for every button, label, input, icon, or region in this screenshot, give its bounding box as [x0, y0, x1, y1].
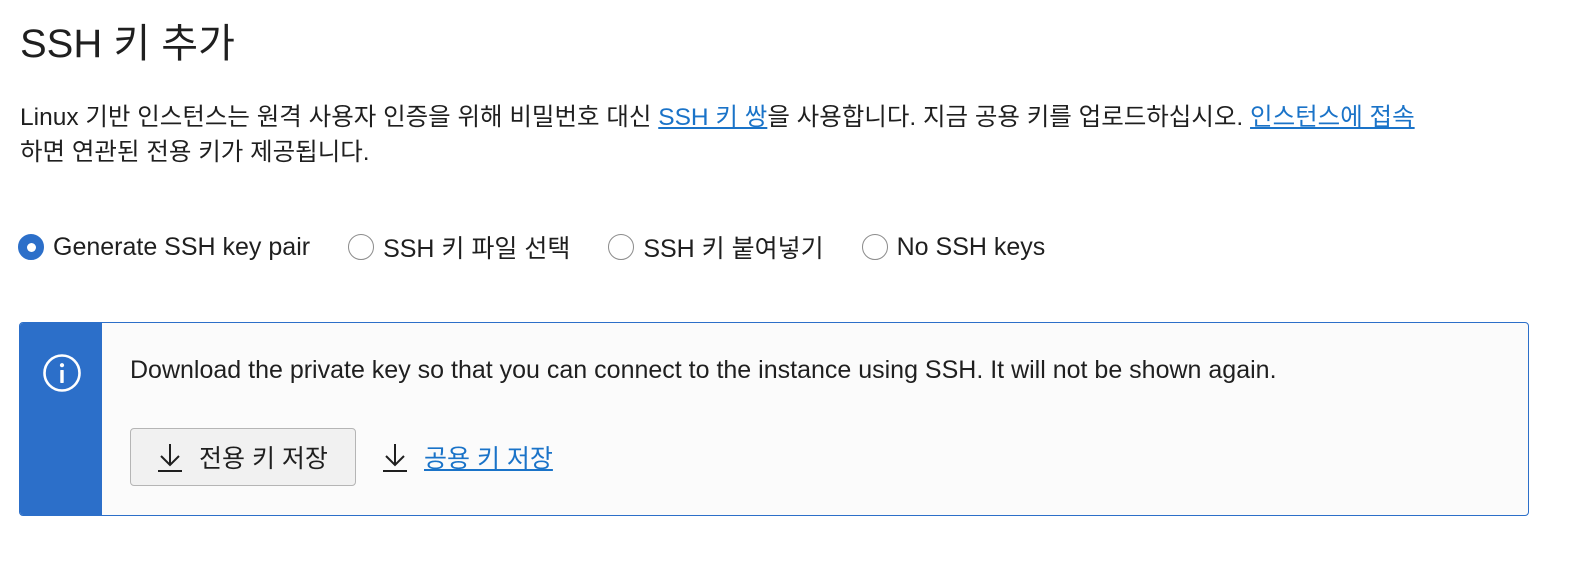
- info-icon: [43, 354, 81, 392]
- page-title: SSH 키 추가: [20, 22, 235, 66]
- description-text: Linux 기반 인스턴스는 원격 사용자 인증을 위해 비밀번호 대신: [20, 104, 659, 131]
- save-private-key-label: 전용 키 저장: [199, 445, 328, 473]
- radio-paste-ssh-key[interactable]: SSH 키 붙여넣기: [608, 229, 824, 265]
- description-text: 을 사용합니다. 지금 공용 키를 업로드하십시오.: [767, 104, 1251, 131]
- radio-unchecked-icon[interactable]: [861, 234, 888, 260]
- radio-label: No SSH keys: [896, 232, 1046, 261]
- radio-checked-icon[interactable]: [18, 234, 44, 260]
- download-icon: [383, 444, 407, 472]
- radio-unchecked-icon[interactable]: [348, 234, 375, 260]
- download-icon: [158, 444, 182, 472]
- radio-generate-ssh-key-pair[interactable]: Generate SSH key pair: [18, 233, 310, 262]
- radio-choose-ssh-key-file[interactable]: SSH 키 파일 선택: [348, 229, 570, 265]
- connect-instance-link[interactable]: 인스턴스에 접속: [1250, 104, 1415, 131]
- save-public-key-link[interactable]: 공용 키 저장: [382, 428, 553, 486]
- description-text: 하면 연관된 전용 키가 제공됩니다.: [20, 139, 370, 166]
- save-private-key-button[interactable]: 전용 키 저장: [130, 428, 356, 486]
- radio-unchecked-icon[interactable]: [608, 234, 635, 260]
- ssh-key-pair-link[interactable]: SSH 키 쌍: [658, 104, 767, 131]
- info-banner: Download the private key so that you can…: [19, 322, 1529, 516]
- ssh-key-option-group: Generate SSH key pair SSH 키 파일 선택 SSH 키 …: [18, 228, 1045, 266]
- radio-label: SSH 키 파일 선택: [383, 235, 571, 263]
- radio-label: Generate SSH key pair: [53, 232, 311, 261]
- description: Linux 기반 인스턴스는 원격 사용자 인증을 위해 비밀번호 대신 SSH…: [20, 100, 1550, 170]
- radio-label: SSH 키 붙여넣기: [643, 235, 824, 263]
- save-public-key-label[interactable]: 공용 키 저장: [424, 439, 553, 475]
- banner-message: Download the private key so that you can…: [130, 356, 1277, 384]
- radio-no-ssh-keys[interactable]: No SSH keys: [861, 232, 1046, 262]
- banner-stripe: [20, 323, 102, 515]
